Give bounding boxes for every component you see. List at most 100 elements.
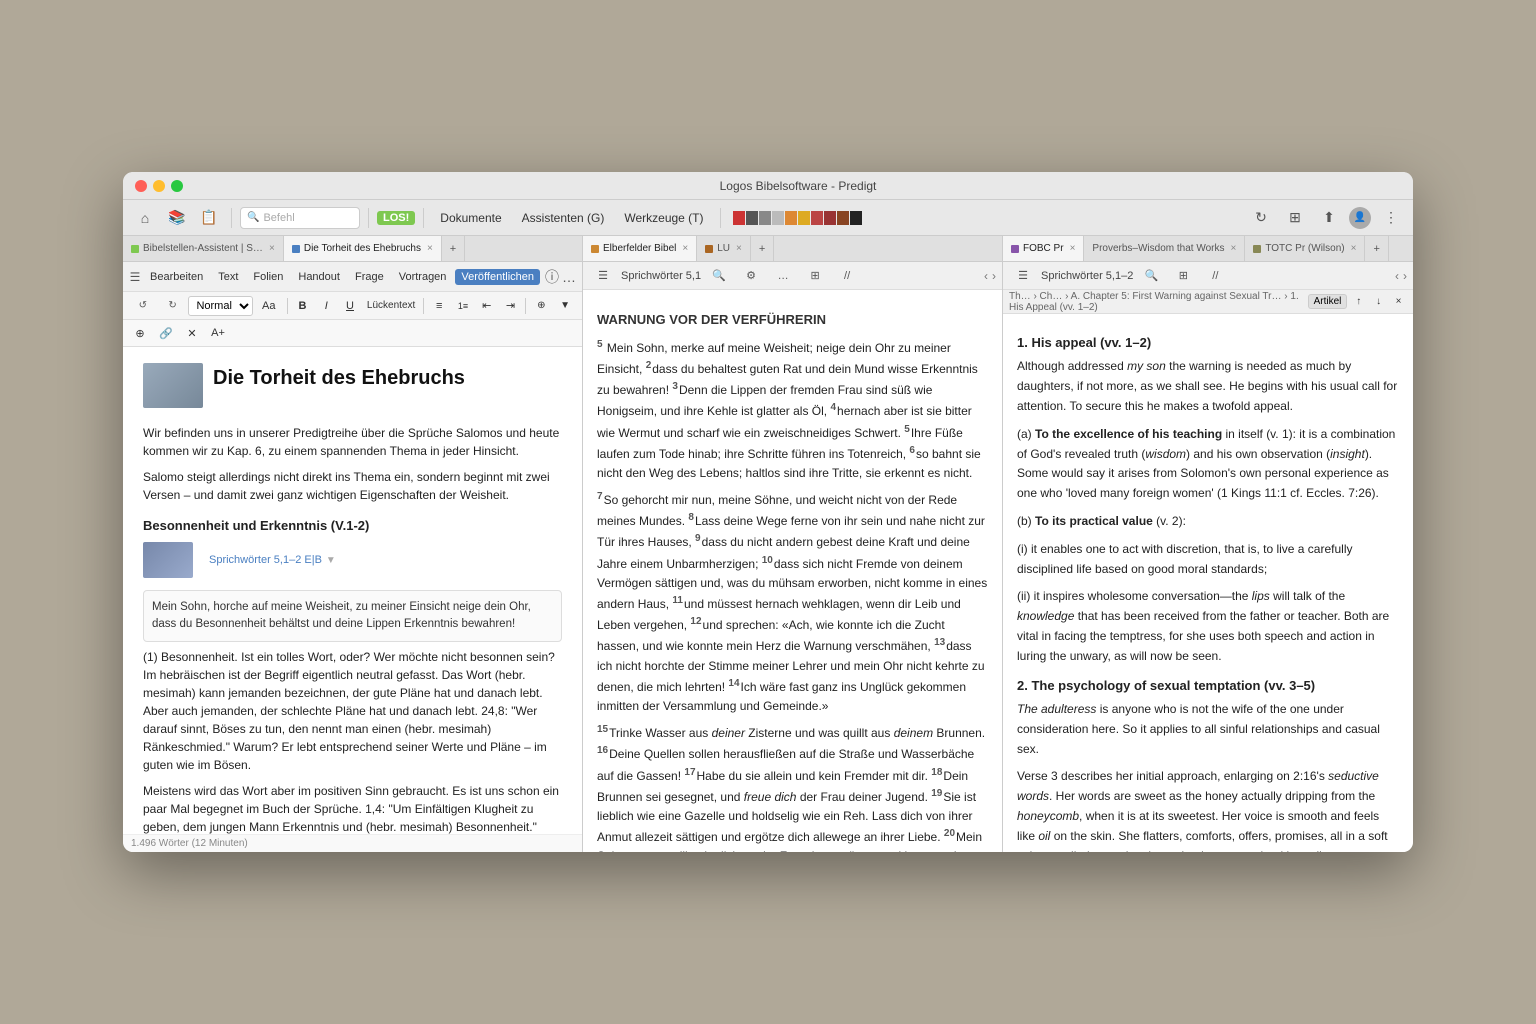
swatch-maroon[interactable] bbox=[824, 211, 836, 225]
redo-icon[interactable]: ↻ bbox=[159, 292, 187, 320]
swatch-orange[interactable] bbox=[785, 211, 797, 225]
middle-menu-icon[interactable]: ☰ bbox=[589, 262, 617, 290]
assistenten-btn[interactable]: Assistenten (G) bbox=[514, 208, 613, 228]
layout-icon[interactable]: ⊞ bbox=[1281, 204, 1309, 232]
info-icon[interactable]: ⓘ bbox=[545, 263, 559, 291]
right-menu-icon[interactable]: ☰ bbox=[1009, 262, 1037, 290]
menu-icon[interactable]: ☰ bbox=[129, 263, 141, 291]
library-icon[interactable]: 📚 bbox=[163, 204, 191, 232]
frage-btn[interactable]: Frage bbox=[349, 269, 390, 285]
home-icon[interactable]: ⌂ bbox=[131, 204, 159, 232]
fmt-separator3 bbox=[525, 298, 526, 314]
tab-torheit[interactable]: Die Torheit des Ehebruchs × bbox=[284, 236, 442, 261]
font-size-btn[interactable]: Aa bbox=[255, 296, 283, 316]
commentary-content[interactable]: 1. His appeal (vv. 1–2) Although address… bbox=[1003, 314, 1413, 852]
luckentext-btn[interactable]: Lückentext bbox=[363, 296, 419, 316]
refresh-icon[interactable]: ↻ bbox=[1247, 204, 1275, 232]
format-more-btn[interactable]: ▼ bbox=[554, 296, 576, 316]
middle-link-icon[interactable]: // bbox=[833, 262, 861, 290]
study-icon[interactable]: 📋 bbox=[195, 204, 223, 232]
search-box[interactable]: 🔍 Befehl bbox=[240, 207, 360, 229]
right-settings-icon[interactable]: ⊞ bbox=[1169, 262, 1197, 290]
list-unordered-btn[interactable]: ≡ bbox=[428, 296, 450, 316]
middle-search-icon[interactable]: 🔍 bbox=[705, 262, 733, 290]
avatar-icon[interactable]: 👤 bbox=[1349, 207, 1371, 229]
verse-reference[interactable]: Sprichwörter 5,1–2 E|B ▼ bbox=[209, 552, 562, 569]
swatch-red[interactable] bbox=[733, 211, 745, 225]
vortragen-btn[interactable]: Vortragen bbox=[393, 269, 453, 285]
tab-fobc[interactable]: FOBC Pr × bbox=[1003, 236, 1084, 261]
tab-close-elberfelder[interactable]: × bbox=[682, 243, 688, 254]
underline-btn[interactable]: U bbox=[339, 296, 361, 316]
breadcrumb-close-icon[interactable]: × bbox=[1390, 292, 1407, 312]
tab-close-fobc[interactable]: × bbox=[1070, 243, 1076, 254]
editor-content[interactable]: Die Torheit des Ehebruchs Wir befinden u… bbox=[123, 347, 582, 834]
swatch-dark[interactable] bbox=[746, 211, 758, 225]
style-select[interactable]: Normal bbox=[188, 296, 252, 316]
tab-close-totc[interactable]: × bbox=[1351, 243, 1357, 254]
middle-settings-icon[interactable]: ⚙ bbox=[737, 262, 765, 290]
veroeffentlichen-btn[interactable]: Veröffentlichen bbox=[455, 269, 540, 285]
folien-btn[interactable]: Folien bbox=[247, 269, 289, 285]
italic-deiner: deiner bbox=[712, 726, 745, 740]
tab-add-right[interactable]: + bbox=[1365, 236, 1388, 261]
add-tab-icon-left: + bbox=[450, 243, 456, 255]
dokumente-btn[interactable]: Dokumente bbox=[432, 208, 509, 228]
close-button[interactable] bbox=[135, 180, 147, 192]
middle-next-arrow[interactable]: › bbox=[992, 269, 996, 283]
swatch-light[interactable] bbox=[772, 211, 784, 225]
insert-btn[interactable]: ⊕ bbox=[530, 296, 552, 316]
indent-right-btn[interactable]: ⇥ bbox=[500, 296, 522, 316]
text-btn[interactable]: Text bbox=[212, 269, 244, 285]
bearbeiten-btn[interactable]: Bearbeiten bbox=[144, 269, 209, 285]
font-up-btn[interactable]: A+ bbox=[207, 323, 229, 343]
more-options-icon[interactable]: … bbox=[562, 263, 576, 291]
middle-more-icon[interactable]: … bbox=[769, 262, 797, 290]
swatch-darkred[interactable] bbox=[811, 211, 823, 225]
verse-ref-chevron: ▼ bbox=[326, 553, 336, 568]
tab-lu[interactable]: LU × bbox=[697, 236, 751, 261]
tab-add-left[interactable]: + bbox=[442, 236, 465, 261]
commentary-p1: Although addressed my son the warning is… bbox=[1017, 357, 1399, 416]
bold-btn[interactable]: B bbox=[292, 296, 314, 316]
right-next-arrow[interactable]: › bbox=[1403, 269, 1407, 283]
more-icon[interactable]: ⋮ bbox=[1377, 204, 1405, 232]
swatch-gray[interactable] bbox=[759, 211, 771, 225]
werkzeuge-btn[interactable]: Werkzeuge (T) bbox=[616, 208, 711, 228]
middle-layout-icon[interactable]: ⊞ bbox=[801, 262, 829, 290]
indent-left-btn[interactable]: ⇤ bbox=[476, 296, 498, 316]
breadcrumb-up-icon[interactable]: ↑ bbox=[1350, 292, 1367, 312]
tab-close-bible[interactable]: × bbox=[269, 243, 275, 254]
tab-totc[interactable]: TOTC Pr (Wilson) × bbox=[1245, 236, 1365, 261]
los-badge[interactable]: LOS! bbox=[377, 211, 415, 225]
right-prev-arrow[interactable]: ‹ bbox=[1395, 269, 1399, 283]
tab-bibelstellen[interactable]: Bibelstellen-Assistent | Sprichwörter 5,… bbox=[123, 236, 284, 261]
tab-add-middle[interactable]: + bbox=[751, 236, 774, 261]
cross-btn[interactable]: ✕ bbox=[181, 323, 203, 343]
right-search-icon[interactable]: 🔍 bbox=[1137, 262, 1165, 290]
new-doc-btn[interactable]: ⊕ bbox=[129, 323, 151, 343]
tab-close-predigt[interactable]: × bbox=[427, 243, 433, 254]
bible-heading-1: WARNUNG VOR DER VERFÜHRERIN bbox=[597, 310, 988, 331]
tab-elberfelder[interactable]: Elberfelder Bibel × bbox=[583, 236, 697, 261]
undo-icon[interactable]: ↺ bbox=[129, 292, 157, 320]
swatch-yellow[interactable] bbox=[798, 211, 810, 225]
swatch-black[interactable] bbox=[850, 211, 862, 225]
bible-content[interactable]: WARNUNG VOR DER VERFÜHRERIN 5 Mein Sohn,… bbox=[583, 290, 1002, 852]
right-link-icon[interactable]: // bbox=[1201, 262, 1229, 290]
swatch-brown[interactable] bbox=[837, 211, 849, 225]
artikel-btn[interactable]: Artikel bbox=[1308, 294, 1348, 309]
commentary-p2a: (a) To the excellence of his teaching in… bbox=[1017, 425, 1399, 504]
tab-close-lu[interactable]: × bbox=[736, 243, 742, 254]
link-btn[interactable]: 🔗 bbox=[155, 323, 177, 343]
breadcrumb-down-icon[interactable]: ↓ bbox=[1370, 292, 1387, 312]
share-icon[interactable]: ⬆ bbox=[1315, 204, 1343, 232]
italic-btn[interactable]: I bbox=[315, 296, 337, 316]
tab-proverbs-wisdom[interactable]: Proverbs–Wisdom that Works × bbox=[1084, 236, 1245, 261]
minimize-button[interactable] bbox=[153, 180, 165, 192]
list-ordered-btn[interactable]: 1≡ bbox=[452, 296, 474, 316]
maximize-button[interactable] bbox=[171, 180, 183, 192]
handout-btn[interactable]: Handout bbox=[292, 269, 346, 285]
tab-close-wisdom[interactable]: × bbox=[1230, 243, 1236, 254]
middle-prev-arrow[interactable]: ‹ bbox=[984, 269, 988, 283]
